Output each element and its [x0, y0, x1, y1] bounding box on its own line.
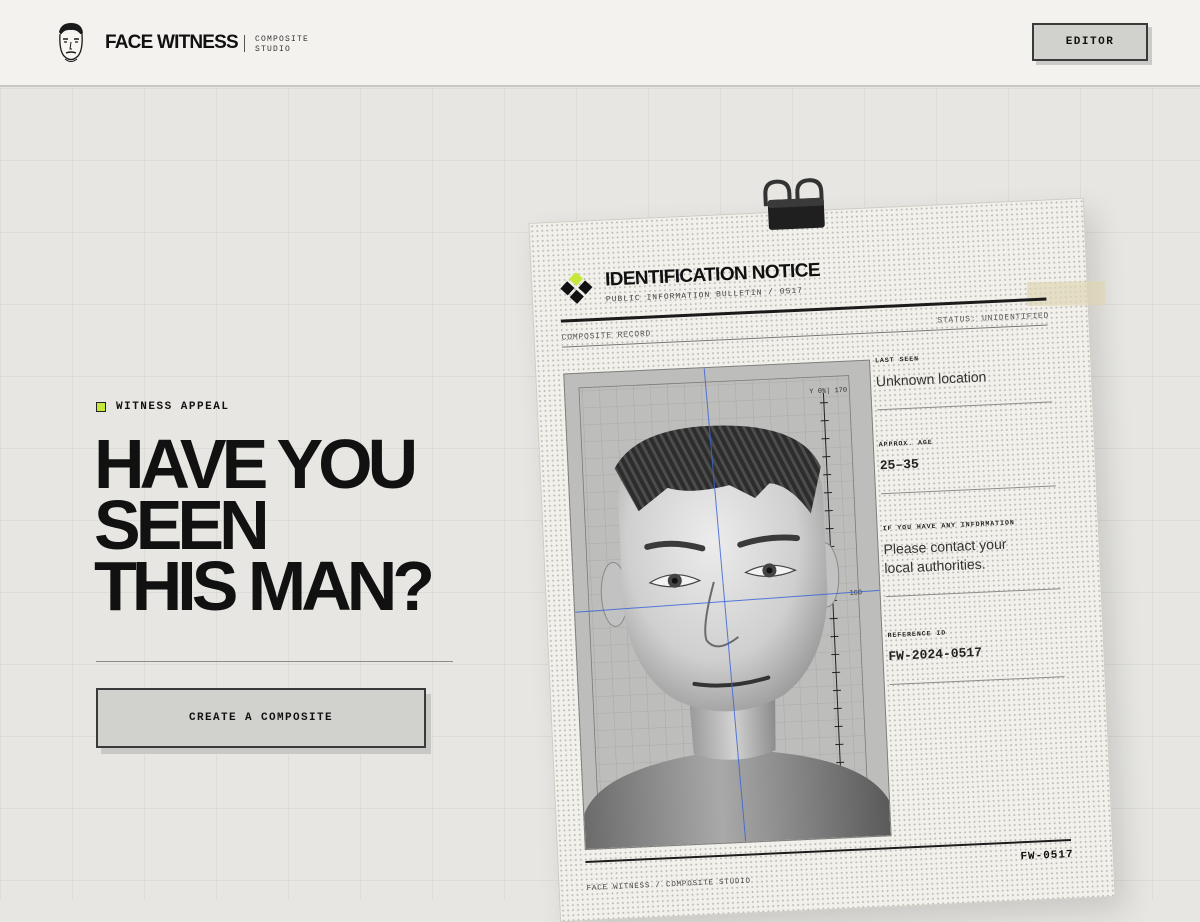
field-reference-id: REFERENCE ID FW-2024-0517: [887, 624, 1064, 685]
editor-button[interactable]: EDITOR: [1032, 23, 1148, 61]
age-value: 25–35: [879, 448, 1055, 475]
top-header: FACE WITNESS COMPOSITE STUDIO EDITOR: [0, 0, 1200, 87]
binder-clip-icon: [755, 173, 834, 234]
field-contact-info: IF YOU HAVE ANY INFORMATION Please conta…: [882, 517, 1060, 597]
accent-square-icon: [96, 402, 106, 412]
field-age: APPROX. AGE 25–35: [879, 433, 1056, 494]
eyebrow: WITNESS APPEAL: [96, 401, 229, 413]
brand-name[interactable]: FACE WITNESS: [105, 32, 238, 54]
portrait-drawing: Y 0%| 170 160 150: [564, 361, 890, 849]
field-last-seen: LAST SEEN Unknown location: [875, 349, 1052, 410]
ruler-mid-label: 160: [849, 589, 862, 598]
sketched-face-icon[interactable]: [52, 20, 90, 66]
diamond-cluster-icon: [559, 272, 597, 310]
eyebrow-label: WITNESS APPEAL: [116, 401, 229, 413]
reference-id-value: FW-2024-0517: [888, 639, 1064, 666]
create-composite-button[interactable]: CREATE A COMPOSITE: [96, 688, 426, 748]
last-seen-value: Unknown location: [876, 364, 1052, 391]
brand-subtitle: COMPOSITE STUDIO: [255, 35, 309, 55]
hero-divider: [96, 661, 453, 662]
contact-info-value: Please contact your local authorities.: [883, 532, 1060, 578]
brand-subtitle-line2: STUDIO: [255, 45, 309, 55]
composite-portrait: Y 0%| 170 160 150: [563, 360, 891, 850]
ruler-top-label: Y 0%| 170: [809, 387, 847, 397]
notice-footer-id: FW-0517: [1020, 849, 1074, 863]
brand-subtitle-line1: COMPOSITE: [255, 35, 309, 45]
brand-separator: [244, 35, 245, 52]
hero-title: HAVE YOU SEEN THIS MAN?: [94, 434, 514, 617]
identification-notice: IDENTIFICATION NOTICE PUBLIC INFORMATION…: [528, 198, 1115, 922]
hero-title-line-3: THIS MAN?: [94, 556, 514, 617]
tape-strip: [1027, 281, 1105, 306]
